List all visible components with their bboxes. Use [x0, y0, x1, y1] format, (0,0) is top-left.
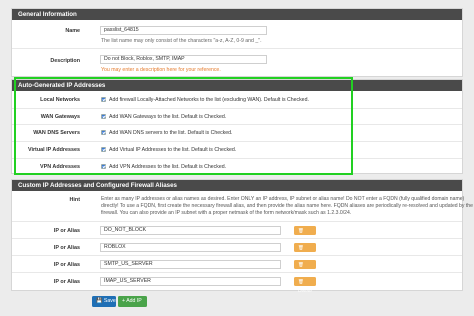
general-info-panel: General Information Name passlist_64815 … — [11, 8, 463, 77]
delete-button[interactable]: 🗑Delete — [294, 260, 316, 277]
name-input[interactable]: passlist_64815 — [100, 26, 267, 35]
trash-icon: 🗑 — [298, 262, 304, 267]
virtual-ip-text: Add Virtual IP Addresses to the list. De… — [109, 147, 237, 153]
ip-alias-row: IP or Alias DO_NOT_BLOCK 🗑Delete — [12, 221, 462, 243]
wan-gateways-text: Add WAN Gateways to the list. Default is… — [109, 114, 227, 120]
auto-row-wan-dns: WAN DNS Servers Add WAN DNS servers to t… — [12, 124, 462, 141]
name-row: Name passlist_64815 The list name may on… — [12, 21, 462, 48]
save-label: Save — [103, 298, 116, 304]
delete-button[interactable]: 🗑 Delete — [294, 277, 316, 294]
ip-alias-input[interactable]: SMTP_US_SERVER — [100, 260, 281, 269]
general-info-header: General Information — [12, 9, 462, 20]
auto-label-wan-dns: WAN DNS Servers — [33, 130, 80, 136]
vpn-addresses-checkbox[interactable] — [101, 164, 106, 169]
custom-ip-panel: Custom IP Addresses and Configured Firew… — [11, 179, 473, 294]
description-help: You may enter a description here for you… — [101, 67, 221, 73]
local-networks-text: Add firewall Locally-Attached Networks t… — [109, 97, 309, 103]
save-button[interactable]: 💾 Save — [92, 296, 116, 307]
ip-alias-label: IP or Alias — [53, 228, 80, 234]
wan-dns-text: Add WAN DNS servers to the list. Default… — [109, 130, 233, 136]
hint-row: Hint Enter as many IP addresses or alias… — [12, 192, 473, 219]
trash-icon: 🗑 — [298, 245, 304, 250]
add-ip-label: Add IP — [126, 298, 142, 304]
local-networks-checkbox[interactable] — [101, 97, 106, 102]
auto-generated-panel: Auto-Generated IP Addresses Local Networ… — [11, 79, 463, 174]
trash-icon: 🗑 — [298, 228, 304, 233]
plus-icon: + — [122, 298, 126, 304]
name-help: The list name may only consist of the ch… — [101, 38, 262, 44]
ip-alias-label: IP or Alias — [53, 279, 80, 285]
description-input[interactable]: Do not Block, Roblox, SMTP, IMAP — [100, 55, 267, 64]
virtual-ip-checkbox[interactable] — [101, 147, 106, 152]
floppy-disk-icon: 💾 — [96, 298, 103, 304]
vpn-addresses-text: Add VPN Addresses to the list. Default i… — [109, 164, 227, 170]
wan-dns-checkbox[interactable] — [101, 130, 106, 135]
ip-alias-input[interactable]: DO_NOT_BLOCK — [100, 226, 281, 235]
auto-label-wan-gateways: WAN Gateways — [40, 114, 80, 120]
auto-label-virtual-ip: Virtual IP Addresses — [27, 147, 80, 153]
delete-button[interactable]: 🗑Delete — [294, 226, 316, 243]
name-label: Name — [65, 28, 80, 34]
ip-alias-input[interactable]: ROBLOX — [100, 243, 281, 252]
ip-alias-label: IP or Alias — [53, 262, 80, 268]
ip-alias-input[interactable]: IMAP_US_SERVER — [100, 277, 281, 286]
delete-button[interactable]: 🗑Delete — [294, 243, 316, 260]
auto-row-local-networks: Local Networks Add firewall Locally-Atta… — [12, 92, 462, 108]
ip-alias-label: IP or Alias — [53, 245, 80, 251]
description-label: Description — [50, 58, 80, 64]
ip-alias-row: IP or Alias IMAP_US_SERVER 🗑 Delete — [12, 272, 462, 294]
auto-label-vpn: VPN Addresses — [40, 164, 80, 170]
wan-gateways-checkbox[interactable] — [101, 114, 106, 119]
delete-label: Delete — [298, 289, 312, 294]
hint-label: Hint — [69, 197, 80, 203]
auto-generated-header: Auto-Generated IP Addresses — [12, 80, 462, 91]
auto-row-vpn: VPN Addresses Add VPN Addresses to the l… — [12, 158, 462, 174]
description-row: Description Do not Block, Roblox, SMTP, … — [12, 48, 462, 77]
auto-label-local-networks: Local Networks — [40, 97, 80, 103]
auto-row-wan-gateways: WAN Gateways Add WAN Gateways to the lis… — [12, 108, 462, 124]
trash-icon: 🗑 — [298, 279, 304, 284]
hint-text: Enter as many IP addresses or alias name… — [101, 196, 473, 216]
ip-alias-row: IP or Alias ROBLOX 🗑Delete — [12, 238, 462, 260]
custom-ip-header: Custom IP Addresses and Configured Firew… — [12, 180, 462, 191]
add-ip-button[interactable]: + Add IP — [118, 296, 147, 307]
auto-row-virtual-ip: Virtual IP Addresses Add Virtual IP Addr… — [12, 141, 462, 158]
ip-alias-row: IP or Alias SMTP_US_SERVER 🗑Delete — [12, 255, 462, 277]
